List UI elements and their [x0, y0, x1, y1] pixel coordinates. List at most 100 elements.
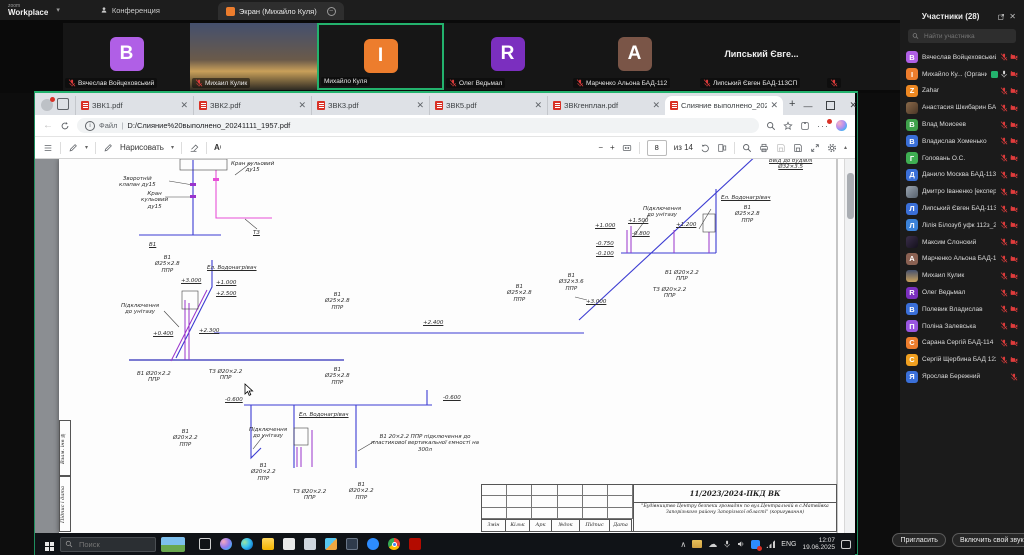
- highlighter-icon[interactable]: [68, 143, 78, 153]
- video-thumbnail[interactable]: АМарченко Альона БАД-112: [571, 23, 698, 90]
- tab-close-icon[interactable]: ✕: [416, 101, 424, 110]
- participant-row[interactable]: RОлег Ведьмал: [906, 284, 1018, 301]
- page-info-icon[interactable]: i: [85, 121, 95, 131]
- settings-gear-icon[interactable]: [827, 143, 837, 153]
- draw-pen-icon[interactable]: [103, 143, 113, 153]
- acrobat-icon[interactable]: [409, 538, 421, 550]
- tab-close-icon[interactable]: ✕: [652, 101, 660, 110]
- tab-close-icon[interactable]: ✕: [534, 101, 542, 110]
- edge-icon[interactable]: [241, 538, 253, 550]
- zoom-in-icon[interactable]: +: [610, 143, 615, 152]
- calculator-icon[interactable]: [346, 538, 358, 550]
- browser-tab[interactable]: ЗВК1.pdf✕: [75, 96, 193, 115]
- taskbar-search-input[interactable]: [77, 539, 151, 550]
- search-document-icon[interactable]: [742, 143, 752, 153]
- browser-tab[interactable]: ЗВК5.pdf✕: [429, 96, 547, 115]
- participants-search[interactable]: [908, 29, 1016, 43]
- minimize-button[interactable]: —: [803, 101, 812, 111]
- refresh-icon[interactable]: [60, 121, 70, 131]
- browser-tab[interactable]: Слияние выполнено_202...✕: [665, 96, 783, 115]
- tab-actions-icon[interactable]: [57, 98, 69, 110]
- taskbar-search[interactable]: [60, 537, 156, 552]
- profile-avatar[interactable]: [41, 99, 53, 111]
- eraser-icon[interactable]: [189, 143, 199, 153]
- close-button[interactable]: ✕: [849, 100, 857, 111]
- chevron-down-icon[interactable]: ▾: [171, 144, 174, 151]
- toc-icon[interactable]: [43, 143, 53, 153]
- participant-row[interactable]: ІМихайло Ку... (Организатор): [906, 66, 1018, 83]
- participant-row[interactable]: ДДанило Москва БАД-113сп: [906, 167, 1018, 184]
- back-icon[interactable]: ←: [43, 120, 53, 131]
- participant-row[interactable]: ВПолевик Владислав: [906, 301, 1018, 318]
- store-icon[interactable]: [283, 538, 295, 550]
- notification-center-icon[interactable]: [841, 540, 851, 549]
- task-view-icon[interactable]: [199, 538, 211, 550]
- browser-tab[interactable]: ЗВК3.pdf✕: [311, 96, 429, 115]
- fullscreen-icon[interactable]: [810, 143, 820, 153]
- participant-row[interactable]: ЛЛипський Євген БАД-113СП: [906, 200, 1018, 217]
- chevron-down-icon[interactable]: ▾: [56, 6, 60, 14]
- participant-row[interactable]: ВВлад Моисеев: [906, 116, 1018, 133]
- weather-widget[interactable]: [161, 537, 185, 552]
- participant-row[interactable]: Дмитро Іваненко [експерт NAQA]: [906, 183, 1018, 200]
- zoom-page-icon[interactable]: [766, 121, 776, 131]
- file-explorer-icon[interactable]: [262, 538, 274, 550]
- page-number-input[interactable]: [647, 140, 667, 156]
- browser-tab[interactable]: ЗВКгенплан.pdf✕: [547, 96, 665, 115]
- url-field[interactable]: i Файл | D:/Слияние%20выполнено_20241111…: [77, 118, 759, 133]
- scrollbar-thumb[interactable]: [847, 173, 854, 219]
- tab-close-icon[interactable]: ✕: [298, 101, 306, 110]
- mail-icon[interactable]: [304, 538, 316, 550]
- tab-meeting[interactable]: Конференция: [100, 6, 160, 15]
- pdf-scrollbar[interactable]: [844, 159, 855, 533]
- photos-icon[interactable]: [325, 538, 337, 550]
- zoom-app-icon[interactable]: [367, 538, 379, 550]
- fit-width-icon[interactable]: [622, 143, 632, 153]
- close-screen-tab-icon[interactable]: −: [327, 7, 336, 16]
- video-thumbnail[interactable]: Михаил Кулик: [190, 23, 317, 90]
- video-thumbnail[interactable]: Липський Євге...Липський Євген БАД-113СП: [698, 23, 825, 90]
- start-button[interactable]: [39, 536, 55, 552]
- tab-close-icon[interactable]: ✕: [770, 101, 778, 110]
- participant-row[interactable]: Михаил Кулик: [906, 267, 1018, 284]
- participant-row[interactable]: ZZahar: [906, 83, 1018, 100]
- video-thumbnail[interactable]: ВВячеслав Войцеховський: [63, 23, 190, 90]
- save-as-icon[interactable]: [793, 143, 803, 153]
- network-icon[interactable]: [766, 540, 775, 548]
- participant-row[interactable]: ССергій Щербина БАД 122: [906, 351, 1018, 368]
- taskbar-clock[interactable]: 12:07 19.06.2025: [802, 537, 835, 552]
- language-indicator[interactable]: ENG: [781, 541, 796, 548]
- participant-row[interactable]: ППоліна Залевська: [906, 318, 1018, 335]
- tray-mic-icon[interactable]: [723, 540, 731, 548]
- browser-menu-icon[interactable]: ···: [817, 121, 829, 131]
- close-panel-icon[interactable]: ✕: [1009, 12, 1016, 21]
- tray-folder-icon[interactable]: [692, 540, 702, 548]
- copilot-icon[interactable]: [220, 538, 232, 550]
- rotate-icon[interactable]: [700, 143, 710, 153]
- page-view-icon[interactable]: [717, 143, 727, 153]
- video-thumbnail[interactable]: RОлег Ведьмал: [444, 23, 571, 90]
- tab-shared-screen[interactable]: Экран (Михайло Куля) −: [218, 2, 344, 20]
- collapse-toolbar-icon[interactable]: ▴: [844, 144, 847, 151]
- participant-row[interactable]: ЯЯрослав Бережний: [906, 368, 1018, 385]
- draw-button[interactable]: Нарисовать: [120, 143, 164, 152]
- unmute-button[interactable]: Включить свой звук: [952, 533, 1024, 547]
- extensions-icon[interactable]: [800, 121, 810, 131]
- video-thumbnail[interactable]: [825, 23, 900, 90]
- chrome-icon[interactable]: [388, 538, 400, 550]
- popout-icon[interactable]: [997, 13, 1005, 21]
- onedrive-icon[interactable]: ☁: [708, 539, 717, 550]
- participant-row[interactable]: ВВячеслав Войцеховський (Я): [906, 49, 1018, 66]
- print-icon[interactable]: [759, 143, 769, 153]
- participant-row[interactable]: ВВладислав Хоменько: [906, 133, 1018, 150]
- tray-chevron-up-icon[interactable]: ∧: [680, 540, 686, 549]
- invite-button[interactable]: Пригласить: [892, 533, 945, 547]
- favorites-star-icon[interactable]: [783, 121, 793, 131]
- participant-row[interactable]: Анастасия Шкибарин БАД-114: [906, 99, 1018, 116]
- browser-tab[interactable]: ЗВК2.pdf✕: [193, 96, 311, 115]
- maximize-button[interactable]: [826, 101, 835, 110]
- participant-row[interactable]: ССарана Сергій БАД-114: [906, 335, 1018, 352]
- tray-zoom-icon[interactable]: [751, 540, 760, 549]
- participant-row[interactable]: АМарченко Альона БАД-112: [906, 251, 1018, 268]
- chevron-down-icon[interactable]: ▾: [85, 144, 88, 151]
